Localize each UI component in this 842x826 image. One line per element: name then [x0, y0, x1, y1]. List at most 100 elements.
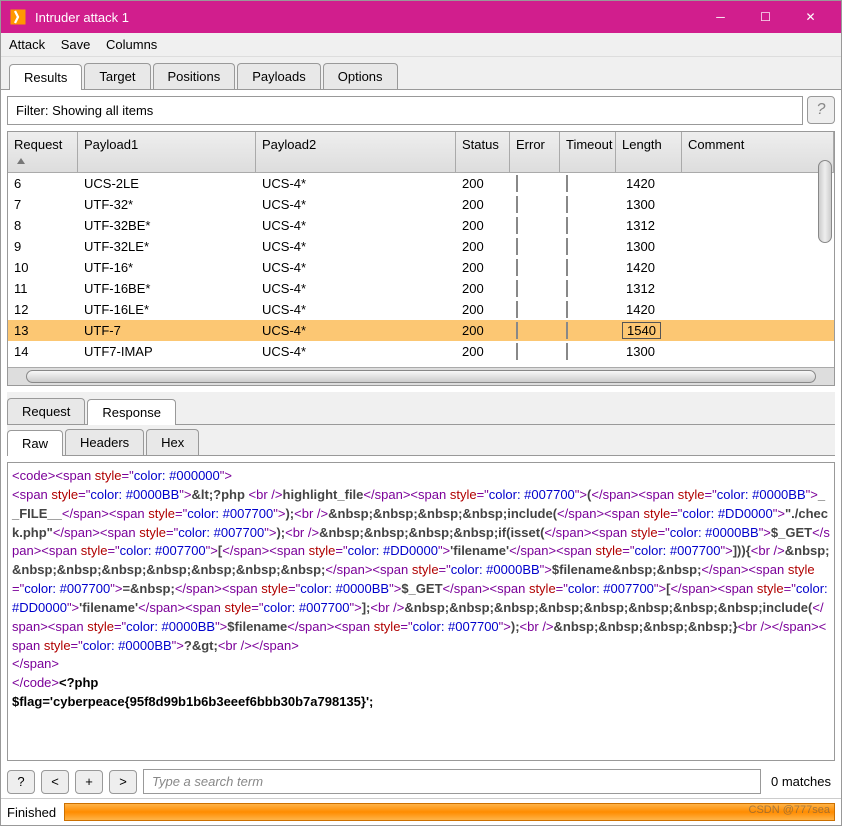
- app-icon: [9, 8, 27, 26]
- checkbox-icon[interactable]: [566, 280, 568, 297]
- help-button[interactable]: ?: [807, 96, 835, 124]
- cell-error: [510, 176, 560, 191]
- tab-response[interactable]: Response: [87, 399, 176, 425]
- table-header: Request Payload1 Payload2 Status Error T…: [8, 132, 834, 173]
- table-body[interactable]: 6UCS-2LEUCS-4*20014207UTF-32*UCS-4*20013…: [8, 173, 834, 367]
- table-row[interactable]: 6UCS-2LEUCS-4*2001420: [8, 173, 834, 194]
- col-length[interactable]: Length: [616, 132, 682, 173]
- cell-length: 1300: [616, 197, 682, 212]
- cell-error: [510, 323, 560, 338]
- table-row[interactable]: 14UTF7-IMAPUCS-4*2001300: [8, 341, 834, 362]
- cell-error: [510, 302, 560, 317]
- tab-target[interactable]: Target: [84, 63, 150, 89]
- view-tabs: Raw Headers Hex: [7, 425, 835, 456]
- checkbox-icon[interactable]: [566, 196, 568, 213]
- cell-payload2: UCS-4*: [256, 197, 456, 212]
- table-row[interactable]: 10UTF-16*UCS-4*2001420: [8, 257, 834, 278]
- cell-payload2: UCS-4*: [256, 260, 456, 275]
- checkbox-icon[interactable]: [516, 217, 518, 234]
- cell-request: 7: [8, 197, 78, 212]
- tab-hex[interactable]: Hex: [146, 429, 199, 455]
- cell-status: 200: [456, 176, 510, 191]
- checkbox-icon[interactable]: [516, 322, 518, 339]
- col-error[interactable]: Error: [510, 132, 560, 173]
- checkbox-icon[interactable]: [566, 217, 568, 234]
- checkbox-icon[interactable]: [566, 322, 568, 339]
- cell-payload1: UCS-2LE: [78, 176, 256, 191]
- filter-text[interactable]: Filter: Showing all items: [7, 96, 803, 125]
- sort-asc-icon: [17, 158, 25, 164]
- checkbox-icon[interactable]: [516, 259, 518, 276]
- checkbox-icon[interactable]: [566, 259, 568, 276]
- tab-options[interactable]: Options: [323, 63, 398, 89]
- cell-length: 1312: [616, 218, 682, 233]
- search-next-button[interactable]: >: [109, 770, 137, 794]
- cell-length: 1540: [616, 322, 682, 339]
- cell-timeout: [560, 281, 616, 296]
- cell-status: 200: [456, 302, 510, 317]
- search-input[interactable]: Type a search term: [143, 769, 761, 794]
- response-raw[interactable]: <code><span style="color: #000000"><span…: [7, 462, 835, 761]
- vertical-scrollbar[interactable]: [818, 160, 832, 367]
- tab-headers[interactable]: Headers: [65, 429, 144, 455]
- table-row[interactable]: 12UTF-16LE*UCS-4*200 1420: [8, 299, 834, 320]
- menubar: Attack Save Columns: [1, 33, 841, 57]
- col-request[interactable]: Request: [8, 132, 78, 173]
- maximize-button[interactable]: ☐: [743, 1, 788, 33]
- col-payload2[interactable]: Payload2: [256, 132, 456, 173]
- tab-payloads[interactable]: Payloads: [237, 63, 320, 89]
- checkbox-icon[interactable]: [516, 238, 518, 255]
- titlebar[interactable]: Intruder attack 1 ─ ☐ ✕: [1, 1, 841, 33]
- tab-raw[interactable]: Raw: [7, 430, 63, 456]
- checkbox-icon[interactable]: [516, 280, 518, 297]
- table-row[interactable]: 13UTF-7UCS-4*2001540: [8, 320, 834, 341]
- checkbox-icon[interactable]: [566, 238, 568, 255]
- cell-payload2: UCS-4*: [256, 239, 456, 254]
- watermark: CSDN @777sea: [749, 804, 830, 816]
- search-add-button[interactable]: +: [75, 770, 103, 794]
- filter-bar: Filter: Showing all items ?: [7, 96, 835, 125]
- menu-columns[interactable]: Columns: [106, 37, 157, 52]
- cell-payload2: UCS-4*: [256, 344, 456, 359]
- checkbox-icon[interactable]: [566, 175, 568, 192]
- table-row[interactable]: 7UTF-32*UCS-4*2001300: [8, 194, 834, 215]
- table-row[interactable]: 9UTF-32LE*UCS-4*2001300: [8, 236, 834, 257]
- menu-attack[interactable]: Attack: [9, 37, 45, 52]
- checkbox-icon[interactable]: [566, 343, 568, 360]
- close-button[interactable]: ✕: [788, 1, 833, 33]
- cell-length: 1420: [616, 176, 682, 191]
- tab-positions[interactable]: Positions: [153, 63, 236, 89]
- cell-request: 14: [8, 344, 78, 359]
- search-prev-button[interactable]: <: [41, 770, 69, 794]
- cell-request: 11: [8, 281, 78, 296]
- menu-save[interactable]: Save: [61, 37, 91, 52]
- checkbox-icon[interactable]: [566, 301, 568, 318]
- checkbox-icon[interactable]: [516, 343, 518, 360]
- table-row[interactable]: 8UTF-32BE*UCS-4*2001312: [8, 215, 834, 236]
- minimize-button[interactable]: ─: [698, 1, 743, 33]
- cell-length: 1300: [616, 344, 682, 359]
- checkbox-icon[interactable]: [516, 301, 518, 318]
- tab-request[interactable]: Request: [7, 398, 85, 424]
- checkbox-icon[interactable]: [516, 196, 518, 213]
- cell-length: 1420: [616, 302, 682, 317]
- search-help-button[interactable]: ?: [7, 770, 35, 794]
- cell-error: [510, 197, 560, 212]
- col-payload1[interactable]: Payload1: [78, 132, 256, 173]
- tab-results[interactable]: Results: [9, 64, 82, 90]
- cell-status: 200: [456, 218, 510, 233]
- col-status[interactable]: Status: [456, 132, 510, 173]
- table-row[interactable]: 11UTF-16BE*UCS-4*2001312: [8, 278, 834, 299]
- cell-timeout: [560, 302, 616, 317]
- horizontal-scrollbar[interactable]: [8, 367, 834, 385]
- cell-payload1: UTF-32*: [78, 197, 256, 212]
- checkbox-icon[interactable]: [516, 175, 518, 192]
- col-comment[interactable]: Comment: [682, 132, 834, 173]
- cell-payload1: UTF-16LE*: [78, 302, 256, 317]
- cell-request: 9: [8, 239, 78, 254]
- cell-request: 12: [8, 302, 78, 317]
- cell-payload2: UCS-4*: [256, 176, 456, 191]
- scroll-thumb[interactable]: [818, 160, 832, 243]
- cell-payload2: UCS-4*: [256, 302, 456, 317]
- col-timeout[interactable]: Timeout: [560, 132, 616, 173]
